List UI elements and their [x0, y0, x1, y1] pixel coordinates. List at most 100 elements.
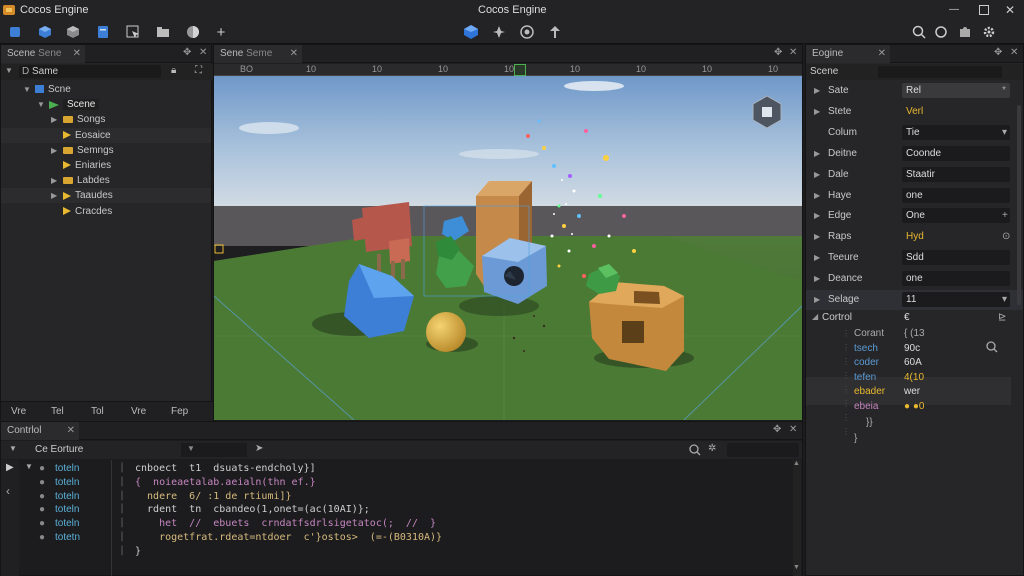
chevron-left-icon[interactable]: ‹	[6, 484, 10, 498]
tree-node[interactable]: ▶ Labdes	[1, 173, 211, 188]
expand-arrow-icon[interactable]: ▶	[814, 102, 820, 122]
property-action-icon[interactable]: +	[1002, 206, 1008, 226]
puzzle-icon[interactable]	[956, 23, 974, 41]
close-icon[interactable]: ✕	[67, 422, 75, 440]
expand-arrow-icon[interactable]: ▶	[814, 290, 820, 310]
tree-node[interactable]: ▼ Scene	[1, 97, 211, 112]
expand-arrow-icon[interactable]: ▶	[814, 206, 820, 226]
property-action-icon[interactable]: *	[1002, 81, 1006, 101]
tab-inspector[interactable]: Eogine ✕	[806, 45, 890, 63]
document-icon[interactable]	[94, 23, 112, 41]
tree-node[interactable]: Eosaice	[1, 127, 211, 143]
cube-icon[interactable]	[36, 23, 54, 41]
footer-button[interactable]: Vre	[11, 406, 26, 417]
add-panel-icon[interactable]: ✥	[183, 47, 191, 58]
inspector-search-input[interactable]	[878, 66, 1002, 78]
close-panel-icon[interactable]: ✕	[199, 47, 207, 58]
tree-arrow-icon[interactable]: ▶	[51, 188, 59, 203]
footer-button[interactable]: Tel	[51, 406, 64, 417]
property-action-icon[interactable]: ▾	[1002, 290, 1007, 310]
console-entry[interactable]: ● toteln	[21, 476, 109, 489]
property-value[interactable]: One	[902, 208, 1010, 224]
upload-icon[interactable]	[546, 23, 564, 41]
console-search-input[interactable]	[727, 443, 799, 457]
property-value[interactable]: Verl	[902, 104, 1010, 119]
center-cube-icon[interactable]	[462, 23, 480, 41]
expand-arrow-icon[interactable]: ▶	[814, 248, 820, 268]
inspector-row[interactable]: ▶ Dale Staatir	[806, 165, 1023, 185]
tree-node[interactable]: Eniaries	[1, 158, 211, 173]
close-icon[interactable]: ✕	[290, 45, 298, 63]
close-panel-icon[interactable]: ✕	[789, 424, 797, 435]
expand-arrow-icon[interactable]: ▶	[814, 144, 820, 164]
pin-icon[interactable]	[490, 23, 508, 41]
console-entry[interactable]: ● toteln	[21, 503, 109, 516]
search-icon[interactable]	[689, 444, 701, 459]
tree-arrow-icon[interactable]: ▶	[51, 173, 59, 188]
inspector-row[interactable]: ▶ Haye one	[806, 186, 1023, 206]
footer-button[interactable]: Tol	[91, 406, 104, 417]
property-value[interactable]: 11	[902, 292, 1010, 307]
globe-icon[interactable]	[518, 23, 536, 41]
inspector-row[interactable]: ▶ Deance one	[806, 269, 1023, 289]
property-value[interactable]: one	[902, 271, 1010, 287]
tree-node[interactable]: ▶ Songs	[1, 112, 211, 127]
folder-icon[interactable]	[154, 23, 172, 41]
inspector-row[interactable]: ▶ Teeure Sdd	[806, 248, 1023, 268]
inspector-row[interactable]: ▶ Sate Rel *	[806, 81, 1023, 101]
search-icon[interactable]	[910, 23, 928, 41]
console-entry[interactable]: ● toteln	[21, 490, 109, 503]
inspector-scrollbar[interactable]	[1017, 105, 1021, 305]
play-icon[interactable]: ▶	[6, 462, 14, 473]
code-header-row[interactable]: ◢ Cortrol € ⊵	[806, 311, 1023, 325]
console-entry[interactable]: ● toteln	[21, 517, 109, 530]
property-value[interactable]: Hyd	[902, 229, 1010, 244]
hierarchy-search-input[interactable]: D Same	[19, 65, 161, 78]
tree-node[interactable]: ▶ Taaudes	[1, 188, 211, 204]
close-button[interactable]: ✕	[1000, 2, 1020, 18]
expand-arrow-icon[interactable]: ▶	[814, 269, 820, 289]
add-panel-icon[interactable]: ✥	[994, 47, 1002, 58]
property-value[interactable]: one	[902, 187, 1010, 203]
ruler-marker[interactable]	[514, 64, 526, 76]
tab-scene-view[interactable]: Sene Seme ✕	[214, 45, 302, 63]
tree-node[interactable]: Cracdes	[1, 204, 211, 219]
console-filter-select[interactable]: ▼	[181, 443, 247, 457]
settings-icon[interactable]	[980, 23, 998, 41]
inspector-row[interactable]: ▶ Selage 11 ▾	[806, 290, 1023, 310]
tree-arrow-icon[interactable]: ▶	[51, 143, 59, 158]
property-value[interactable]: Staatir	[902, 166, 1010, 182]
inspector-row[interactable]: ▶ Raps Hyd ⊙	[806, 227, 1023, 247]
close-panel-icon[interactable]: ✕	[789, 47, 797, 58]
close-panel-icon[interactable]: ✕	[1010, 47, 1018, 58]
chevron-down-icon[interactable]: ▼	[9, 444, 17, 453]
console-entry[interactable]: ● totetn	[21, 531, 109, 544]
console-entry[interactable]: ● toteln	[21, 462, 109, 475]
expand-icon[interactable]: ⛶	[195, 65, 202, 76]
filter-icon[interactable]: ▼	[5, 66, 13, 75]
box-icon[interactable]	[64, 23, 82, 41]
arrow-right-icon[interactable]: ➤	[255, 443, 263, 454]
inspector-row[interactable]: ▶ Edge One +	[806, 206, 1023, 226]
select-tool-icon[interactable]	[124, 23, 142, 41]
lock-icon[interactable]: 🔒︎	[171, 65, 176, 76]
close-icon[interactable]: ✕	[878, 45, 886, 63]
move-tool-icon[interactable]	[6, 23, 24, 41]
tree-arrow-icon[interactable]: ▼	[23, 82, 31, 97]
inspector-row[interactable]: Colum Tie ▾	[806, 123, 1023, 143]
property-value[interactable]: Coonde	[902, 145, 1010, 161]
property-value[interactable]: Tie	[902, 124, 1010, 140]
scene-viewport[interactable]	[214, 76, 802, 420]
gear-icon[interactable]: ✲	[708, 443, 716, 454]
expand-arrow-icon[interactable]: ▶	[814, 165, 820, 185]
add-icon[interactable]: +	[212, 23, 230, 41]
footer-button[interactable]: Fep	[171, 406, 188, 417]
property-action-icon[interactable]: ⊙	[1002, 227, 1010, 247]
property-action-icon[interactable]: ▾	[1002, 123, 1007, 143]
add-panel-icon[interactable]: ✥	[773, 424, 781, 435]
tab-console[interactable]: Contrlol ✕	[1, 422, 79, 440]
tree-arrow-icon[interactable]: ▶	[51, 112, 59, 127]
maximize-button[interactable]	[974, 2, 994, 18]
add-panel-icon[interactable]: ✥	[774, 47, 782, 58]
inspector-row[interactable]: ▶ Stete Verl	[806, 102, 1023, 122]
